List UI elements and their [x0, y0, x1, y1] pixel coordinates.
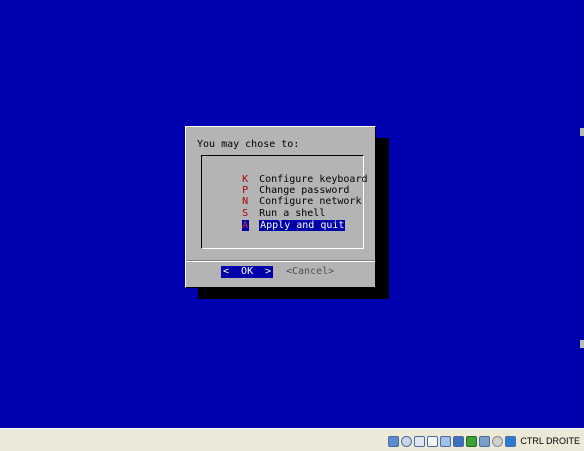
cancel-button[interactable]: <Cancel>	[286, 266, 334, 278]
host-key-label: CTRL DROITE	[520, 436, 580, 446]
status-tray: CTRL DROITE	[388, 433, 580, 449]
menu-item-run-shell[interactable]: S Run a shell	[206, 197, 325, 219]
menu-dialog: You may chose to: K Configure keyboard PC…	[185, 126, 376, 288]
network-activity-icon[interactable]	[466, 435, 478, 447]
vm-status-bar: CTRL DROITE	[0, 428, 584, 451]
button-separator	[186, 260, 375, 262]
optical-drive-icon[interactable]	[401, 435, 413, 447]
shared-folders-icon[interactable]	[427, 435, 439, 447]
edge-mark	[580, 128, 584, 136]
video-capture-icon[interactable]	[479, 435, 491, 447]
menu-item-configure-keyboard[interactable]: K Configure keyboard	[206, 163, 367, 185]
console-right-edge	[577, 0, 584, 428]
menu-item-hotkey: A	[242, 220, 250, 231]
dialog-prompt: You may chose to:	[197, 139, 300, 150]
network-icon[interactable]	[453, 435, 465, 447]
hard-disk-icon[interactable]	[388, 435, 400, 447]
menu-item-apply-and-quit[interactable]: A Apply and quit	[206, 209, 346, 231]
ok-button[interactable]: < OK >	[221, 266, 274, 278]
menu-item-label: Apply and quit	[259, 220, 346, 231]
vm-console-screen[interactable]: You may chose to: K Configure keyboard PC…	[0, 0, 584, 428]
menu-item-change-password[interactable]: P Change password	[206, 174, 349, 196]
mouse-integration-icon[interactable]	[505, 435, 517, 447]
edge-mark	[580, 340, 584, 348]
usb-icon[interactable]	[414, 435, 426, 447]
display-icon[interactable]	[440, 435, 452, 447]
menu-item-configure-network[interactable]: N Configure network	[206, 185, 361, 207]
cpu-icon[interactable]	[492, 435, 504, 447]
